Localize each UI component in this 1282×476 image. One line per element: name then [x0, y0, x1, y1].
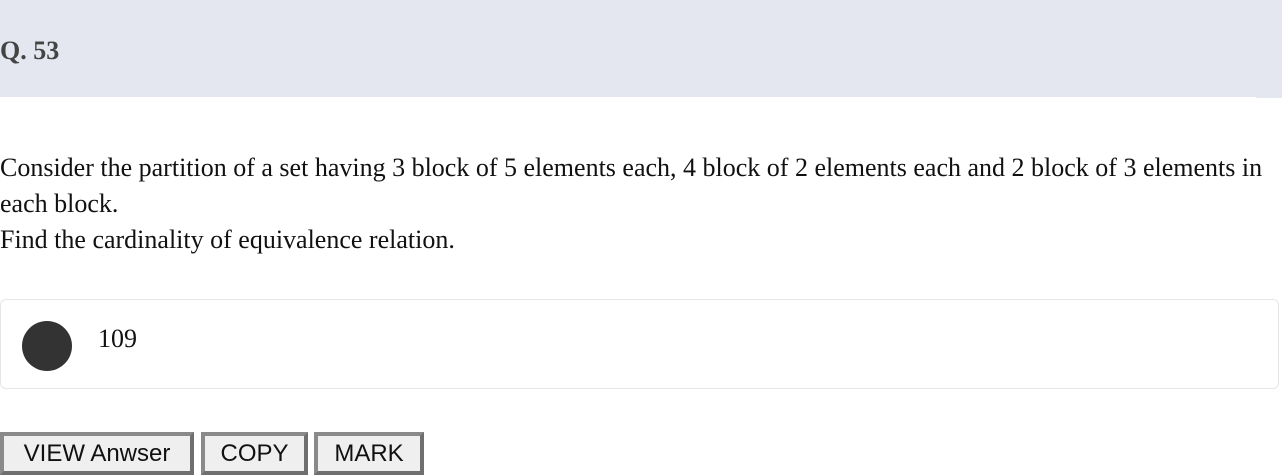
- question-text: Consider the partition of a set having 3…: [0, 150, 1270, 258]
- copy-button[interactable]: COPY: [201, 432, 308, 475]
- question-statement: Consider the partition of a set having 3…: [0, 153, 1263, 218]
- radio-selected-icon[interactable]: [22, 321, 72, 371]
- question-header-edge: [1256, 0, 1282, 98]
- question-number: Q. 53: [0, 36, 60, 65]
- question-prompt: Find the cardinality of equivalence rela…: [0, 225, 455, 254]
- question-header: Q. 53: [0, 0, 1256, 97]
- mark-button[interactable]: MARK: [314, 432, 424, 475]
- answer-option[interactable]: 109: [0, 299, 1279, 389]
- answer-option-label: 109: [98, 324, 137, 353]
- view-answer-button[interactable]: VIEW Anwser: [0, 432, 194, 475]
